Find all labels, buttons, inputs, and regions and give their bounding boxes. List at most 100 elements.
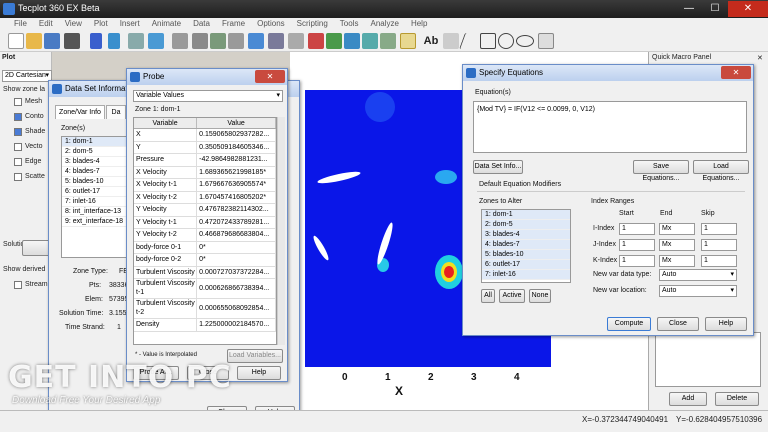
table-row[interactable]: Pressure -42.9864982881231... [134, 154, 276, 167]
zones-to-alter-list[interactable]: 1: dom-1 2: dom-5 3: blades-4 4: blades-… [481, 209, 571, 283]
table-row[interactable]: X Velocity 1.689365621998185* [134, 166, 276, 179]
mesh-checkbox[interactable] [14, 98, 22, 106]
adjust-icon[interactable] [108, 33, 120, 49]
menu-analyze[interactable]: Analyze [364, 18, 404, 30]
menu-options[interactable]: Options [251, 18, 291, 30]
text-tool-icon[interactable]: Ab [422, 33, 440, 49]
save-equations-button[interactable]: Save Equations... [633, 160, 689, 182]
list-item[interactable]: 1: dom-1 [482, 210, 570, 220]
k-index-start-input[interactable]: 1 [619, 255, 655, 267]
select-arrow-icon[interactable] [90, 33, 102, 49]
delete-macro-button[interactable]: Delete [715, 392, 759, 406]
select-active-zones-button[interactable]: Active [499, 289, 525, 303]
hand-icon[interactable] [288, 33, 304, 49]
menu-plot[interactable]: Plot [88, 18, 114, 30]
probe-close-icon[interactable]: ✕ [255, 70, 285, 83]
open-icon[interactable] [26, 33, 42, 49]
tab-zone-var-info[interactable]: Zone/Var Info [55, 105, 105, 119]
table-row[interactable]: Y Velocity 0.476782382114302... [134, 204, 276, 217]
maximize-button[interactable]: ☐ [702, 1, 728, 17]
equations-close-icon[interactable]: ✕ [721, 66, 751, 79]
isosurface-icon[interactable] [380, 33, 396, 49]
line-tool-icon[interactable] [459, 33, 477, 49]
list-item[interactable]: 1: dom-1 [62, 137, 134, 147]
load-equations-button[interactable]: Load Equations... [693, 160, 749, 182]
list-item[interactable]: 4: blades-7 [482, 240, 570, 250]
new-var-location-select[interactable]: Auto [659, 285, 737, 297]
list-item[interactable]: 2: dom-5 [482, 220, 570, 230]
print-icon[interactable] [64, 33, 80, 49]
spherical-icon[interactable] [228, 33, 244, 49]
load-variables-button[interactable]: Load Variables... [227, 349, 283, 363]
minimize-button[interactable]: — [676, 1, 702, 17]
table-row[interactable]: Turbulent Viscosity 0.000727037372284... [134, 266, 276, 279]
list-item[interactable]: 6: outlet-17 [482, 260, 570, 270]
k-index-end-input[interactable]: Mx [659, 255, 695, 267]
table-row[interactable]: Turbulent Viscosity t-1 0.000626866738394… [134, 279, 276, 299]
probe-icon[interactable] [172, 33, 188, 49]
table-row[interactable]: body-force 0-1 0* [134, 241, 276, 254]
table-row[interactable]: Y 0.350509184605346... [134, 141, 276, 154]
j-index-end-input[interactable]: Mx [659, 239, 695, 251]
menu-frame[interactable]: Frame [216, 18, 251, 30]
select-all-zones-button[interactable]: All [481, 289, 495, 303]
rotate-icon[interactable] [192, 33, 208, 49]
list-item[interactable]: 6: outlet-17 [62, 187, 134, 197]
table-row[interactable]: X Velocity t-1 1.679667636905574* [134, 179, 276, 192]
list-item[interactable]: 3: blades-4 [62, 157, 134, 167]
menu-tools[interactable]: Tools [334, 18, 365, 30]
table-row[interactable]: body-force 0-2 0* [134, 254, 276, 267]
add-macro-button[interactable]: Add [669, 392, 707, 406]
playback-button[interactable] [22, 240, 50, 256]
menu-scripting[interactable]: Scripting [291, 18, 334, 30]
probe-scrollbar[interactable] [277, 117, 285, 345]
streamtrace-icon[interactable] [308, 33, 324, 49]
menu-view[interactable]: View [59, 18, 88, 30]
equations-close-button[interactable]: Close [657, 317, 699, 331]
contour-checkbox[interactable] [14, 113, 22, 121]
menu-data[interactable]: Data [187, 18, 216, 30]
contour-icon[interactable] [326, 33, 342, 49]
select-no-zones-button[interactable]: None [529, 289, 551, 303]
edge-checkbox[interactable] [14, 158, 22, 166]
table-row[interactable]: Turbulent Viscosity t-2 0.000655068092854… [134, 299, 276, 319]
plot-type-select[interactable]: 2D Cartesian [2, 70, 52, 82]
image-tool-icon[interactable] [538, 33, 554, 49]
shade-checkbox[interactable] [14, 128, 22, 136]
table-row[interactable]: Density 1.225000002184570... [134, 319, 276, 332]
table-row[interactable]: Y Velocity t-1 0.472072433789281... [134, 216, 276, 229]
i-index-skip-input[interactable]: 1 [701, 223, 737, 235]
translate-icon[interactable] [148, 33, 164, 49]
table-row[interactable]: X 0.159065802937282... [134, 129, 276, 142]
slice-tool-icon[interactable] [362, 33, 378, 49]
ellipse-tool-icon[interactable] [516, 35, 534, 47]
j-index-skip-input[interactable]: 1 [701, 239, 737, 251]
j-index-start-input[interactable]: 1 [619, 239, 655, 251]
probe-mode-select[interactable]: Variable Values [133, 90, 283, 102]
vector-checkbox[interactable] [14, 143, 22, 151]
menu-animate[interactable]: Animate [146, 18, 187, 30]
list-item[interactable]: 5: blades-10 [62, 177, 134, 187]
list-item[interactable]: 5: blades-10 [482, 250, 570, 260]
list-item[interactable]: 7: inlet-16 [62, 197, 134, 207]
menu-file[interactable]: File [8, 18, 33, 30]
equations-help-button[interactable]: Help [705, 317, 747, 331]
i-index-start-input[interactable]: 1 [619, 223, 655, 235]
list-item[interactable]: 9: ext_interface-18 [62, 217, 134, 227]
table-row[interactable]: X Velocity t-2 1.670457416805202* [134, 191, 276, 204]
zone-list[interactable]: 1: dom-1 2: dom-5 3: blades-4 4: blades-… [61, 136, 135, 258]
list-item[interactable]: 2: dom-5 [62, 147, 134, 157]
list-item[interactable]: 4: blades-7 [62, 167, 134, 177]
equation-textarea[interactable]: {Mod TV} = IF(V12 <= 0.0099, 0, V12) [473, 101, 747, 153]
i-index-end-input[interactable]: Mx [659, 223, 695, 235]
menu-help[interactable]: Help [405, 18, 433, 30]
list-item[interactable]: 7: inlet-16 [482, 270, 570, 280]
stream-checkbox[interactable] [14, 281, 22, 289]
new-var-type-select[interactable]: Auto [659, 269, 737, 281]
equation-icon[interactable] [400, 33, 416, 49]
dataset-info-button[interactable]: Data Set Info... [473, 160, 523, 174]
scatter-checkbox[interactable] [14, 173, 22, 181]
macro-list[interactable] [655, 332, 761, 387]
compute-button[interactable]: Compute [607, 317, 651, 331]
menu-edit[interactable]: Edit [33, 18, 59, 30]
